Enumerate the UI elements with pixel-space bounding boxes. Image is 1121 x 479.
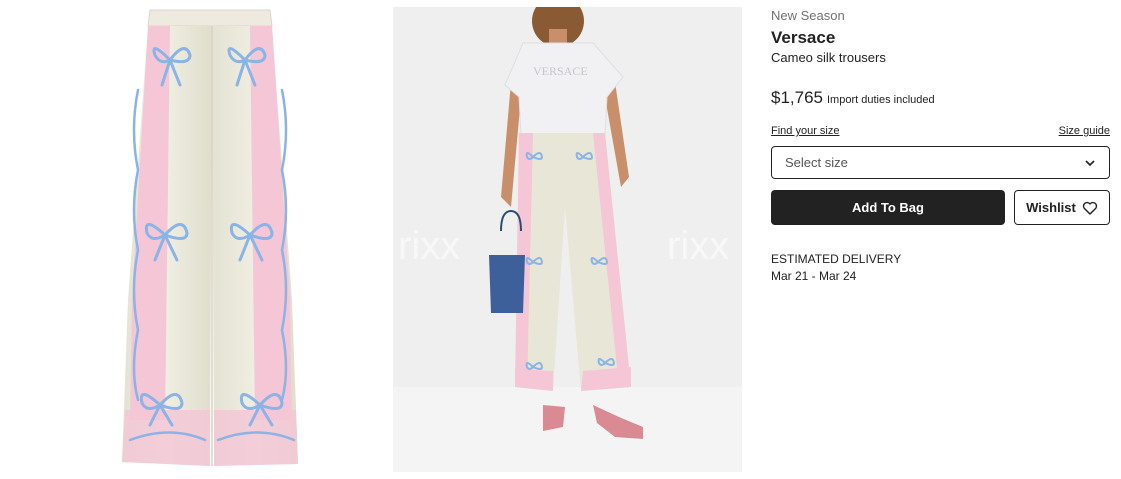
brand-name[interactable]: Versace bbox=[771, 27, 1110, 49]
delivery-dates: Mar 21 - Mar 24 bbox=[771, 269, 857, 283]
product-image-main[interactable] bbox=[0, 0, 380, 479]
tshirt-print: VERSACE bbox=[533, 64, 588, 78]
size-select-placeholder: Select size bbox=[785, 155, 848, 170]
size-guide-link[interactable]: Size guide bbox=[1059, 125, 1110, 137]
size-links: Find your size Size guide bbox=[771, 125, 1110, 137]
watermark-right: rixx bbox=[667, 224, 729, 268]
wishlist-button[interactable]: Wishlist bbox=[1014, 190, 1110, 225]
new-season-badge: New Season bbox=[771, 8, 845, 23]
find-your-size-link[interactable]: Find your size bbox=[771, 125, 839, 137]
add-to-bag-button[interactable]: Add To Bag bbox=[771, 190, 1005, 225]
product-info-panel: New Season Versace Cameo silk trousers $… bbox=[771, 8, 1110, 285]
price-row: $1,765 Import duties included bbox=[771, 88, 1110, 108]
model-image: VERSACE rixx rixx bbox=[393, 7, 742, 472]
product-title: Cameo silk trousers bbox=[771, 50, 886, 65]
delivery-heading: ESTIMATED DELIVERY bbox=[771, 252, 902, 266]
chevron-down-icon bbox=[1084, 157, 1096, 169]
wishlist-label: Wishlist bbox=[1026, 200, 1076, 215]
action-buttons: Add To Bag Wishlist bbox=[771, 190, 1110, 225]
price: $1,765 bbox=[771, 88, 823, 107]
heart-icon bbox=[1082, 200, 1098, 216]
size-select-dropdown[interactable]: Select size bbox=[771, 146, 1110, 179]
duties-note: Import duties included bbox=[827, 94, 935, 106]
product-image-model[interactable]: VERSACE rixx rixx bbox=[393, 7, 742, 472]
watermark-left: rixx bbox=[398, 224, 460, 268]
estimated-delivery: ESTIMATED DELIVERY Mar 21 - Mar 24 bbox=[771, 251, 1110, 285]
trousers-image bbox=[122, 9, 298, 466]
